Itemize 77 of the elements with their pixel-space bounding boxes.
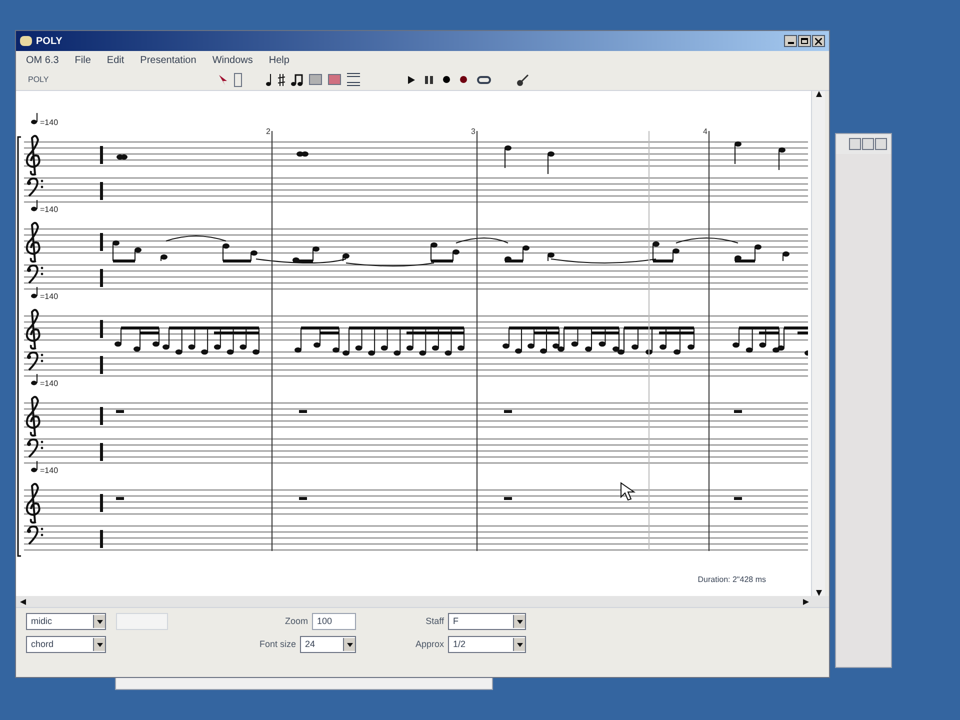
treble-clef-icon: [26, 396, 40, 437]
menu-item[interactable]: Edit: [106, 52, 124, 68]
tempo-note-icon: [31, 112, 38, 124]
measure-number: 4: [703, 127, 708, 136]
bass-clef-icon: [27, 264, 44, 284]
time-signature-icon: [100, 530, 103, 548]
pen-icon[interactable]: [516, 74, 529, 86]
empty-field[interactable]: [116, 613, 168, 630]
control-label: Zoom: [284, 614, 308, 628]
record-icon[interactable]: [460, 76, 467, 83]
horizontal-scrollbar[interactable]: [16, 596, 829, 608]
editor-label: POLY: [28, 74, 49, 86]
menu-item[interactable]: Windows: [212, 52, 253, 68]
menu-item[interactable]: Help: [268, 52, 290, 68]
beamed-notes-icon[interactable]: [290, 74, 303, 86]
bracket-tool-icon[interactable]: [234, 72, 242, 86]
tempo-note-icon: [31, 460, 38, 472]
measure-number: 3: [471, 127, 476, 136]
minimize-icon[interactable]: [784, 35, 797, 47]
time-signature-icon: [100, 320, 103, 338]
time-signature-icon: [100, 269, 103, 287]
dropdown[interactable]: midic: [26, 613, 106, 630]
treble-clef-icon: [26, 308, 40, 350]
grid-tool-icon[interactable]: [328, 74, 341, 85]
grid-tool-icon[interactable]: [308, 74, 322, 85]
control-label: Font size: [258, 638, 296, 651]
treble-clef-icon: [26, 482, 40, 524]
time-signature-icon: [100, 356, 103, 374]
time-signature-icon: [100, 146, 103, 164]
arrow-tool-icon[interactable]: [218, 74, 228, 84]
tempo-marking: =140: [40, 379, 58, 388]
duration-text: Duration: 2"428 ms: [698, 574, 766, 586]
time-signature-icon: [100, 494, 103, 512]
tempo-marking: =140: [40, 466, 58, 475]
menu-item[interactable]: Presentation: [140, 52, 196, 68]
time-signature-icon: [100, 182, 103, 200]
time-signature-icon: [100, 233, 103, 251]
pause-icon[interactable]: [424, 76, 433, 84]
stop-icon[interactable]: [442, 76, 450, 83]
window-title: POLY: [36, 34, 62, 48]
measure-number: 2: [266, 127, 270, 136]
bass-clef-icon: [27, 526, 44, 545]
close-icon[interactable]: [812, 35, 825, 47]
dropdown[interactable]: F: [448, 613, 526, 630]
vertical-scrollbar[interactable]: [811, 91, 825, 596]
note-tool-icon[interactable]: [266, 74, 272, 86]
loop-icon[interactable]: [476, 76, 491, 84]
scroll-left-icon[interactable]: [20, 598, 26, 604]
play-icon[interactable]: [408, 76, 415, 84]
time-signature-icon: [100, 443, 103, 461]
dropdown[interactable]: chord: [26, 636, 106, 653]
tempo-marking: =140: [40, 118, 58, 127]
tempo-marking: =140: [40, 205, 58, 214]
scroll-up-icon[interactable]: [816, 91, 822, 97]
dropdown[interactable]: 24: [300, 636, 356, 653]
control-label: Staff: [424, 614, 444, 628]
bass-clef-icon: [27, 438, 44, 458]
time-signature-icon: [100, 407, 103, 425]
treble-clef-icon: [26, 134, 40, 176]
scroll-right-icon[interactable]: [803, 598, 809, 604]
tempo-note-icon: [31, 286, 38, 298]
app-icon: [20, 36, 32, 46]
bass-clef-icon: [27, 178, 44, 197]
maximize-icon[interactable]: [798, 35, 811, 47]
tempo-marking: =140: [40, 292, 58, 301]
mouse-cursor-icon: [620, 482, 636, 501]
control-label: Approx: [414, 638, 444, 651]
zoom-field[interactable]: 100: [312, 613, 356, 630]
menu-item[interactable]: File: [74, 52, 91, 68]
bass-clef-icon: [27, 352, 44, 371]
lines-tool-icon[interactable]: [346, 73, 360, 86]
tempo-note-icon: [31, 200, 38, 212]
menu-item[interactable]: OM 6.3: [26, 52, 59, 68]
sharp-tool-icon[interactable]: [278, 74, 285, 86]
treble-clef-icon: [26, 222, 40, 263]
tempo-note-icon: [31, 374, 38, 386]
dropdown[interactable]: 1/2: [448, 636, 526, 653]
